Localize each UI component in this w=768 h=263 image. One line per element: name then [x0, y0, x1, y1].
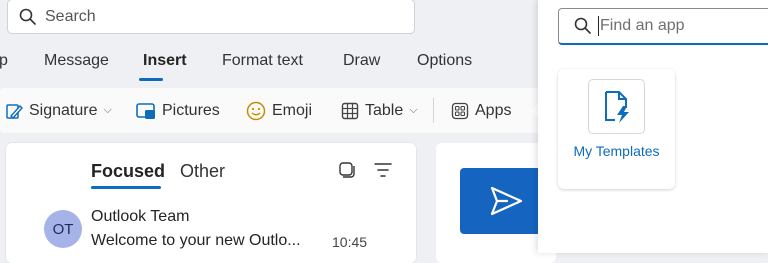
- app-name: My Templates: [573, 143, 660, 159]
- app-tile-my-templates[interactable]: My Templates: [558, 69, 675, 189]
- text-cursor: [598, 16, 599, 36]
- insert-toolbar: Signature ⌵ Pictures Emoji Table ⌵ Apps: [0, 88, 545, 133]
- send-icon: [490, 186, 523, 216]
- tab-focused[interactable]: Focused: [91, 161, 165, 182]
- pictures-button[interactable]: Pictures: [136, 88, 220, 133]
- focused-tab-indicator: [91, 186, 161, 189]
- tab-message[interactable]: Message: [44, 52, 109, 70]
- avatar: OT: [44, 210, 82, 248]
- message-time: 10:45: [332, 234, 368, 250]
- tab-insert[interactable]: Insert: [143, 52, 187, 70]
- find-app-input[interactable]: [600, 17, 750, 35]
- active-tab-indicator: [139, 78, 163, 81]
- search-icon: [19, 8, 36, 25]
- message-preview[interactable]: Welcome to your new Outlo...: [91, 232, 301, 250]
- table-icon: [341, 102, 359, 119]
- app-icon-frame: [588, 79, 645, 134]
- message-sender[interactable]: Outlook Team: [91, 208, 189, 226]
- tab-other[interactable]: Other: [180, 161, 225, 182]
- pictures-label: Pictures: [162, 101, 220, 119]
- ribbon-tabs: p Message Insert Format text Draw Option…: [0, 52, 540, 80]
- tab-draw[interactable]: Draw: [343, 52, 380, 70]
- tab-format-text[interactable]: Format text: [222, 52, 303, 70]
- signature-icon: [6, 103, 23, 119]
- emoji-button[interactable]: Emoji: [246, 88, 312, 133]
- find-app-box[interactable]: [558, 8, 768, 45]
- message-list-panel: Focused Other OT Outlook Team Welcome to…: [6, 143, 416, 263]
- apps-icon: [451, 102, 469, 119]
- chevron-down-icon: ⌵: [409, 104, 418, 116]
- tab-options[interactable]: Options: [417, 52, 472, 70]
- document-lightning-icon: [604, 90, 629, 123]
- search-input[interactable]: [45, 7, 375, 26]
- signature-button[interactable]: Signature ⌵: [5, 88, 112, 133]
- table-label: Table: [365, 101, 404, 119]
- picture-icon: [136, 102, 155, 119]
- emoji-icon: [246, 101, 266, 120]
- signature-label: Signature: [29, 101, 98, 119]
- table-button[interactable]: Table ⌵: [341, 88, 418, 133]
- search-box[interactable]: [7, 0, 415, 34]
- apps-flyout: My Templates: [538, 0, 768, 253]
- emoji-label: Emoji: [272, 101, 313, 119]
- chevron-down-icon: ⌵: [103, 104, 112, 116]
- toolbar-divider: [433, 98, 434, 123]
- apps-button[interactable]: Apps: [451, 88, 511, 133]
- filter-icon[interactable]: [374, 162, 392, 178]
- welcome-banner: [460, 168, 550, 234]
- apps-label: Apps: [475, 101, 512, 119]
- search-icon: [574, 17, 591, 34]
- tab-help-partial[interactable]: p: [0, 52, 8, 70]
- select-multiple-icon[interactable]: [338, 161, 356, 179]
